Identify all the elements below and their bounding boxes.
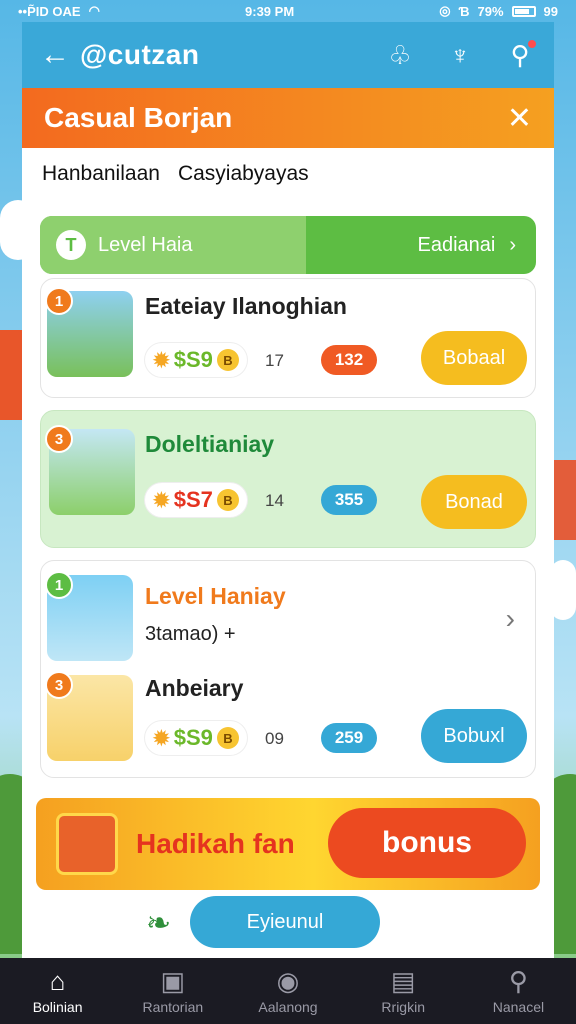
game-title: Doleltianiay [145,431,275,457]
sun-icon: ✹ [153,349,170,372]
tab-inbox[interactable]: ▤ Rrigkin [346,958,461,1024]
level-left-label: Level Haia [98,233,193,256]
chevron-right-icon: › [509,233,516,256]
trophy-icon[interactable]: ♆ [444,40,476,71]
leaf-icon: ❧ [146,907,172,940]
battery-percent: 79% [477,3,504,19]
game-card[interactable]: 3 Doleltianiay ✹ $S7 B 14 355 Bonad [40,410,536,548]
game-card[interactable]: 1 Eateiay Ilanoghian ✹ $S9 B 17 132 Boba… [40,278,536,398]
dialog-subtitle: Hanbanilaan Casyiabyayas [22,148,554,198]
tab-search[interactable]: ⚲ Nanacel [461,958,576,1024]
home-icon: ⌂ [49,966,66,996]
coin-icon: B [216,349,239,371]
tab-home[interactable]: ⌂ Bolinian [0,958,115,1024]
back-arrow-icon[interactable]: ← [40,38,80,72]
bag-icon: ▣ [160,966,186,996]
bonus-button[interactable]: bonus [328,808,526,878]
dialog-panel: Casual Borjan ✕ Hanbanilaan Casyiabyayas… [22,88,554,958]
search-icon: ⚲ [508,966,528,996]
coin-reward: ✹ $S9 B [145,721,247,755]
dialog-title: Casual Borjan [44,102,233,133]
bluetooth-icon: Ɓ [458,3,470,19]
coin-amount: $S7 [173,487,213,512]
play-button[interactable]: Bonad [421,475,527,529]
level-icon: T [56,230,86,260]
dialog-titlebar: Casual Borjan ✕ [22,88,554,148]
bottom-tab-bar: ⌂ Bolinian ▣ Rantorian ◉ Aalanong ▤ Rrig… [0,958,576,1024]
tab-label: Bolinian [32,999,83,1015]
rank-badge: 3 [45,671,73,699]
tab-label: Aalanong [258,999,318,1015]
inbox-icon: ▤ [390,966,416,996]
app-brand: @cutzan [80,39,200,70]
coin-icon: B [216,727,239,749]
bell-icon[interactable]: ♧ [384,40,416,71]
bonus-text: Hadikah fan [136,828,295,859]
carrier-text: ••P̃ID OAE [18,3,81,19]
subtitle-left: Hanbanilaan [42,162,160,185]
subtitle-right: Casyiabyayas [177,162,309,185]
coin-reward: ✹ $S9 B [145,343,247,377]
sun-icon: ✹ [153,727,170,750]
notification-dot [528,39,536,48]
level-progress-bar[interactable]: T Level Haia Eadianai › [40,216,536,274]
status-bar: ••P̃ID OAE ◠ 9:39 PM ◎ Ɓ 79% 99 [0,0,576,22]
tab-shop[interactable]: ▣ Rantorian [115,958,230,1024]
play-button[interactable]: Bobaal [421,331,527,385]
rank-badge: 1 [45,287,73,315]
status-extra: 99 [543,3,558,19]
gift-box-icon [56,813,118,875]
play-button[interactable]: Bobuxl [421,709,527,763]
score-pill: 259 [321,723,377,753]
clock: 9:39 PM [245,3,295,19]
app-bar: ← @cutzan ♧ ♆ ⚲ [22,22,554,88]
location-icon: ◎ [439,3,451,18]
rank-badge: 3 [45,425,73,453]
coin-amount: $S9 [173,347,213,372]
tab-achievements[interactable]: ◉ Aalanong [230,958,345,1024]
footer-button[interactable]: Eyieunul [190,896,380,948]
player-count: 09 [265,729,284,748]
game-subtitle: 3tamao) + [145,623,236,645]
score-pill: 355 [321,485,377,515]
kite-right [554,460,576,540]
wifi-icon: ◠ [88,3,100,18]
tab-label: Rrigkin [381,999,425,1015]
rank-badge: 1 [45,571,73,599]
tab-label: Nanacel [492,999,545,1015]
player-count: 14 [265,491,284,510]
close-icon[interactable]: ✕ [507,101,532,136]
game-card[interactable]: 1 Level Haniay 3tamao) + › 3 Anbeiary ✹ … [40,560,536,778]
tab-label: Rantorian [142,999,204,1015]
game-title: Level Haniay [145,583,286,609]
player-count: 17 [265,351,284,370]
battery-icon [511,5,536,17]
bonus-banner[interactable]: Hadikah fan bonus [36,798,540,890]
level-right-label: Eadianai [417,233,496,256]
coin-icon: B [216,489,239,511]
sun-icon: ✹ [153,489,170,512]
game-title: Anbeiary [145,675,244,701]
coin-amount: $S9 [173,725,213,750]
game-title: Eateiay Ilanoghian [145,293,347,319]
search-icon[interactable]: ⚲ [504,39,536,71]
score-pill: 132 [321,345,377,375]
badge-icon: ◉ [276,966,300,996]
coin-reward: ✹ $S7 B [145,483,247,517]
chevron-right-icon[interactable]: › [506,603,515,635]
